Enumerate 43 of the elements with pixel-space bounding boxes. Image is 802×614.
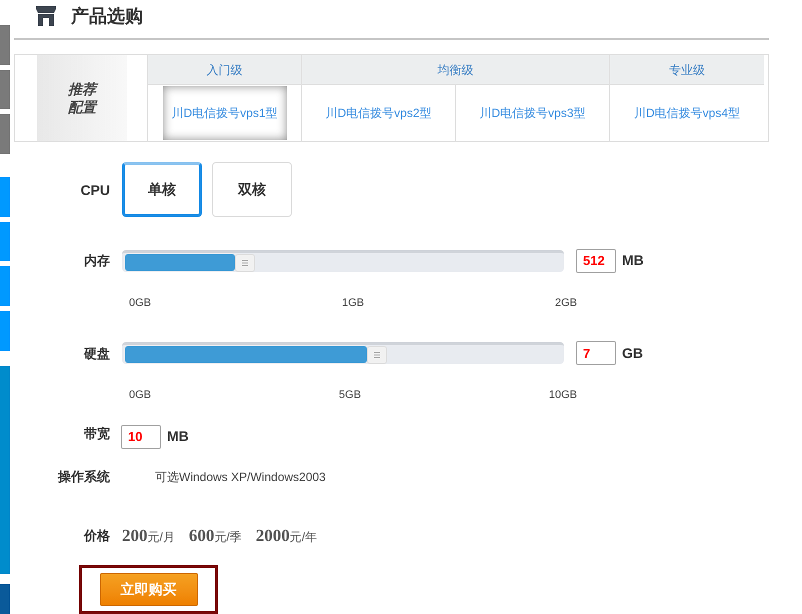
value-field[interactable]: 7: [576, 341, 616, 366]
cpu-option[interactable]: 单核: [122, 162, 202, 217]
slider-label: 内存: [83, 252, 111, 270]
unit-label: MB: [622, 251, 644, 270]
plan-option[interactable]: 川D电信拨号vps1型: [162, 86, 286, 140]
scale-label: 0GB: [129, 388, 152, 404]
bandwidth-field[interactable]: 10: [121, 424, 161, 449]
bandwidth-label: 带宽: [83, 424, 111, 443]
slider-track[interactable]: [122, 342, 564, 364]
tier-header: 入门级: [148, 55, 301, 86]
price-text: 2000元/年: [256, 524, 318, 547]
tier-header: 均衡级: [302, 55, 609, 86]
shop-icon: [35, 5, 57, 28]
os-value: 可选Windows XP/Windows2003: [155, 469, 326, 486]
tier-header: 专业级: [610, 55, 764, 86]
buy-button[interactable]: 立即购买: [100, 572, 198, 606]
unit-label: MB: [167, 427, 189, 446]
scale-label: 1GB: [342, 296, 364, 311]
value-field[interactable]: 512: [576, 248, 616, 273]
scale-label: 2GB: [554, 296, 577, 311]
plan-option[interactable]: 川D电信拨号vps2型: [319, 86, 438, 140]
cpu-label: CPU: [79, 180, 111, 200]
price-text: 200元/月: [122, 524, 175, 547]
scale-label: 10GB: [548, 388, 577, 404]
plan-option[interactable]: 川D电信拨号vps4型: [628, 86, 746, 140]
sidebar-tab[interactable]: [0, 222, 10, 262]
scale-label: 5GB: [338, 388, 361, 404]
os-label: 操作系统: [56, 468, 111, 486]
price-label: 价格: [82, 527, 111, 546]
slider-track[interactable]: [122, 250, 564, 272]
grip-icon: [374, 352, 380, 358]
cpu-option[interactable]: 双核: [212, 162, 292, 217]
grip-icon: [242, 260, 248, 266]
sidebar-tab[interactable]: [0, 70, 10, 110]
slider-label: 硬盘: [82, 344, 111, 363]
unit-label: GB: [622, 344, 643, 363]
price-text: 600元/季: [188, 524, 242, 547]
slider-handle[interactable]: [235, 254, 255, 272]
page-title: 产品选购: [71, 4, 143, 28]
plan-option[interactable]: 川D电信拨号vps3型: [473, 86, 592, 140]
slider-handle[interactable]: [367, 346, 387, 364]
recommend-label: 推荐配置: [66, 80, 98, 116]
scale-label: 0GB: [129, 296, 152, 311]
